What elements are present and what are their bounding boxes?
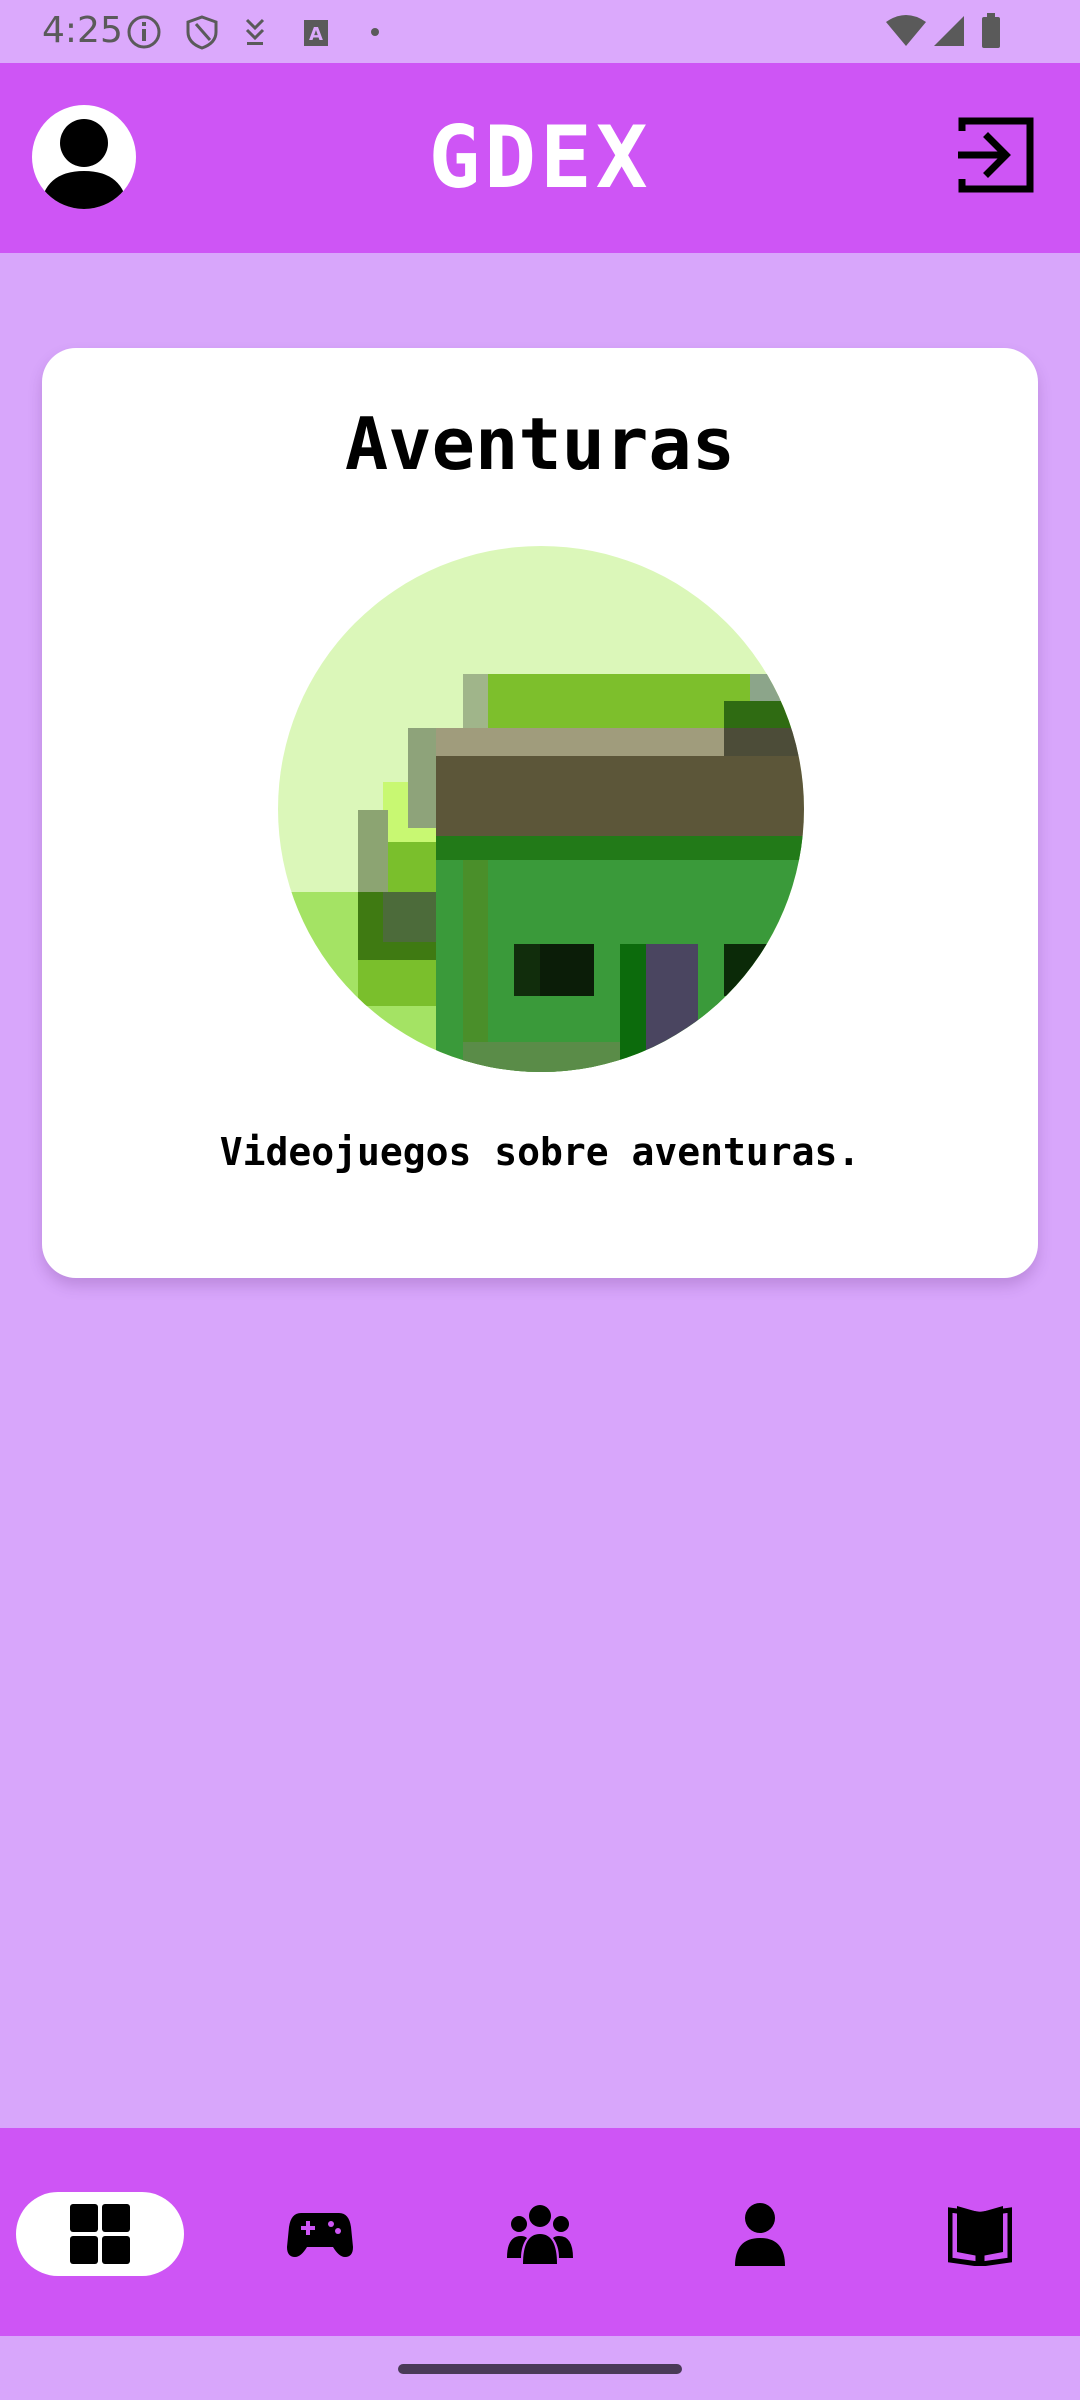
- nav-item-games[interactable]: [270, 2192, 370, 2276]
- keyboard-a-icon: A: [304, 20, 328, 46]
- app-title: GDEX: [428, 108, 652, 208]
- status-bar: 4:25 A: [0, 0, 1080, 63]
- category-card[interactable]: Aventuras Videojuegos sobre aventuras.: [42, 348, 1038, 1278]
- status-system-icons: [886, 13, 1000, 48]
- category-image: [278, 546, 804, 1072]
- grid-icon: [70, 2204, 130, 2264]
- pixel-art-house-image: [278, 546, 804, 1072]
- bottom-navigation-bar: [0, 2128, 1080, 2336]
- nav-item-categories[interactable]: [16, 2192, 184, 2276]
- book-icon: [948, 2206, 1012, 2266]
- nav-item-profile[interactable]: [710, 2192, 810, 2276]
- person-icon: [735, 2203, 785, 2266]
- nav-item-library[interactable]: [930, 2192, 1030, 2276]
- nav-item-community[interactable]: [490, 2192, 590, 2276]
- svg-text:A: A: [309, 24, 323, 45]
- signal-icon: [934, 16, 964, 46]
- info-icon: [127, 15, 161, 49]
- logout-icon: [958, 117, 1034, 193]
- category-description: Videojuegos sobre aventuras.: [219, 1130, 861, 1174]
- status-time: 4:25: [42, 10, 123, 51]
- wifi-icon: [886, 15, 926, 46]
- battery-icon: [982, 13, 1000, 48]
- logout-button[interactable]: [954, 113, 1038, 197]
- shield-icon: [186, 15, 218, 50]
- category-title: Aventuras: [344, 402, 736, 486]
- download-icon: [245, 18, 265, 45]
- gesture-navigation-handle[interactable]: [398, 2364, 682, 2374]
- top-app-bar: GDEX: [0, 63, 1080, 253]
- group-icon: [507, 2205, 573, 2264]
- notification-dot-icon: [371, 28, 379, 36]
- status-notification-icons: A: [127, 15, 379, 50]
- gamepad-icon: [287, 2213, 353, 2257]
